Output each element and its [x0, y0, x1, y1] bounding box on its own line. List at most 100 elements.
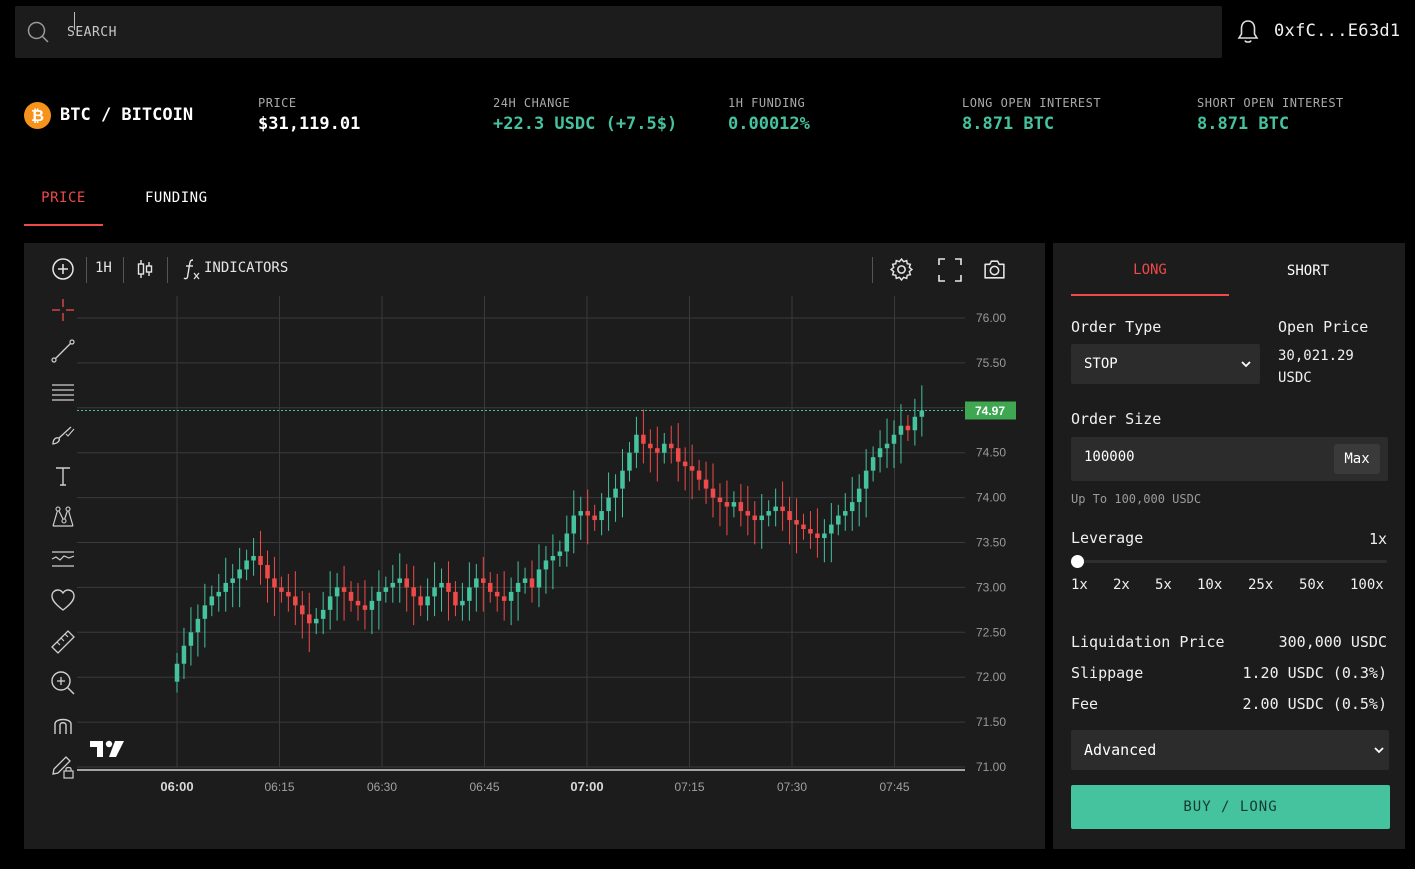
candle-body [376, 591, 382, 601]
order-size-label: Order Size [1071, 410, 1162, 428]
candle-body [494, 591, 500, 597]
leverage-option[interactable]: 50x [1299, 577, 1324, 593]
candle-body [919, 410, 925, 417]
candle [877, 430, 883, 473]
leverage-option[interactable]: 5x [1155, 577, 1172, 593]
candle [606, 472, 611, 531]
candle-body [529, 578, 535, 588]
candle-body [801, 524, 806, 530]
candle-body [849, 502, 855, 512]
candle-body [432, 587, 437, 597]
candle [745, 485, 751, 536]
leverage-option[interactable]: 1x [1071, 577, 1088, 593]
candle-body [912, 416, 918, 431]
candle [801, 513, 806, 540]
candle-body [216, 591, 222, 597]
order-type-label: Order Type [1071, 318, 1162, 336]
candle-body [870, 457, 876, 471]
candle-body [613, 488, 618, 498]
candle [237, 547, 242, 608]
order-size-input[interactable] [1084, 449, 1284, 465]
tradingview-logo-icon [90, 740, 124, 757]
leverage-slider[interactable] [1077, 560, 1387, 563]
liquidation-price-label: Liquidation Price [1071, 633, 1225, 651]
leverage-option[interactable]: 2x [1113, 577, 1130, 593]
candle [223, 557, 228, 612]
leverage-option[interactable]: 100x [1350, 577, 1384, 593]
candle-body [898, 425, 904, 435]
leverage-slider-handle[interactable] [1071, 555, 1084, 568]
candles [174, 385, 925, 693]
order-size-field[interactable]: Max [1071, 437, 1388, 481]
candle [397, 553, 403, 603]
order-type-select[interactable]: STOP [1071, 344, 1260, 384]
candle-body [306, 614, 312, 624]
candle-body [891, 434, 897, 444]
tab-long[interactable]: LONG [1071, 262, 1229, 296]
candle [738, 484, 744, 527]
candle [655, 426, 660, 482]
x-tick-label: 07:00 [570, 779, 603, 794]
y-tick-label: 73.50 [976, 536, 1006, 550]
candle-body [543, 560, 549, 570]
candle [766, 500, 771, 527]
candle [905, 414, 911, 442]
candle [682, 447, 688, 491]
candle-body [731, 502, 737, 507]
candle-body [710, 488, 716, 498]
candle [494, 573, 500, 612]
candle [313, 608, 319, 635]
max-button[interactable]: Max [1334, 444, 1380, 474]
candle-body [237, 569, 242, 579]
candle-body [300, 605, 305, 615]
candle [216, 573, 222, 612]
candle [251, 538, 256, 576]
candle-body [564, 533, 570, 552]
y-tick-label: 74.00 [976, 491, 1006, 505]
x-tick-label: 07:30 [777, 780, 807, 794]
candle [557, 540, 563, 567]
candle-body [641, 434, 646, 444]
leverage-option[interactable]: 25x [1248, 577, 1273, 593]
advanced-select[interactable]: Advanced [1071, 730, 1389, 770]
x-tick-label: 07:45 [879, 780, 909, 794]
chart-axes: 76.0075.5075.0074.5074.0073.5073.0072.50… [77, 311, 1016, 794]
candle [675, 423, 681, 482]
candle [439, 568, 444, 612]
candle [244, 549, 249, 581]
buy-long-button[interactable]: BUY / LONG [1071, 785, 1390, 829]
candle [696, 459, 702, 491]
candle-body [425, 596, 430, 606]
tab-short[interactable]: SHORT [1229, 263, 1387, 279]
candle-body [355, 600, 361, 606]
x-tick-label: 06:15 [264, 780, 294, 794]
candle [327, 571, 333, 630]
fee-label: Fee [1071, 695, 1099, 713]
candle [752, 501, 758, 545]
candle-body [808, 529, 813, 534]
candle-body [863, 470, 869, 489]
candle [773, 488, 778, 527]
candle [543, 546, 549, 594]
candle-body [668, 443, 674, 449]
candle-body [508, 591, 514, 601]
candle [460, 582, 465, 621]
candle [383, 576, 389, 603]
candle [710, 463, 716, 518]
candle-body [522, 578, 528, 583]
candle-body [766, 511, 771, 516]
candle [620, 449, 625, 518]
candle-body [599, 511, 604, 521]
open-price-unit: USDC [1278, 370, 1312, 386]
candle [578, 496, 584, 540]
current-price-label: 74.97 [975, 404, 1005, 418]
candle-body [773, 506, 778, 512]
candle-body [439, 582, 444, 588]
candle [265, 550, 270, 603]
candle-body [592, 515, 597, 521]
candle-body [738, 502, 744, 512]
candle [842, 493, 848, 531]
candle [202, 583, 208, 648]
leverage-option[interactable]: 10x [1197, 577, 1222, 593]
candle-body [244, 560, 249, 570]
